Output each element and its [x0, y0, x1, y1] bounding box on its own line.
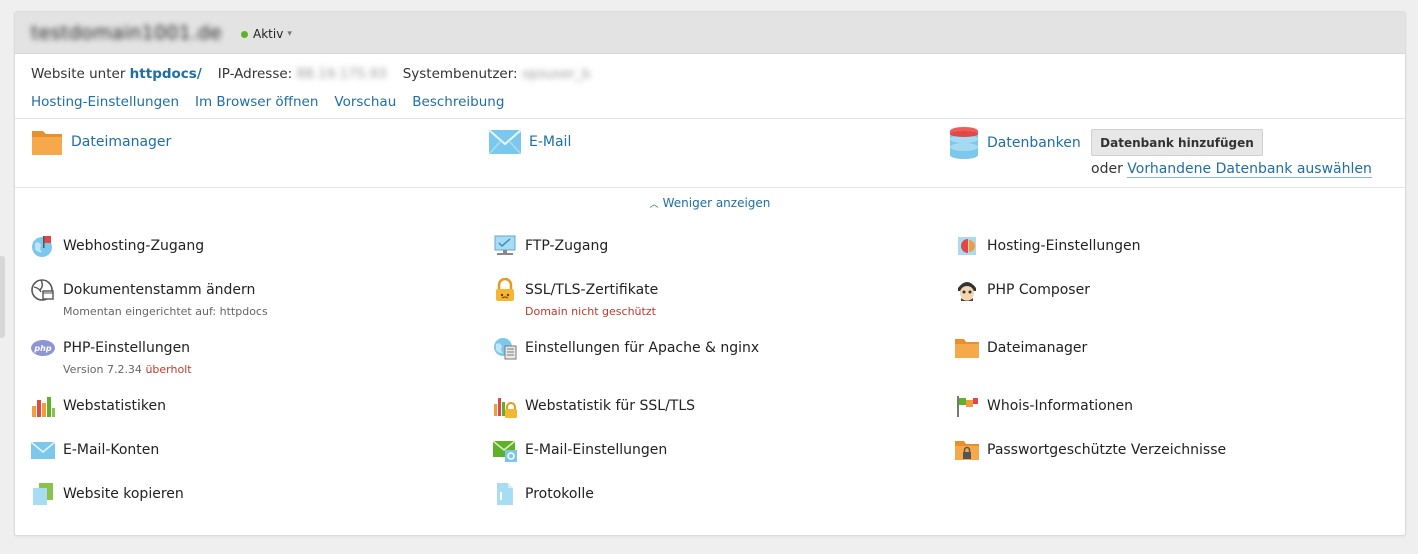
item-name[interactable]: PHP Composer: [987, 282, 1090, 298]
item-change-docroot[interactable]: Dokumentenstamm ändern Momentan eingeric…: [31, 278, 268, 318]
item-mail-accounts[interactable]: E-Mail-Konten: [31, 438, 159, 462]
add-database-button[interactable]: Datenbank hinzufügen: [1091, 129, 1263, 156]
divider: [15, 118, 1405, 119]
item-webhosting-access[interactable]: Webhosting-Zugang: [31, 234, 204, 258]
item-ftp-access[interactable]: FTP-Zugang: [493, 234, 608, 258]
item-copy-website[interactable]: Website kopieren: [31, 482, 184, 506]
apache-nginx-icon: [493, 336, 517, 360]
show-less-label: Weniger anzeigen: [662, 196, 771, 210]
tool-email[interactable]: E-Mail: [489, 129, 571, 155]
ip-label: IP-Adresse:: [217, 66, 293, 82]
quick-links: Hosting-Einstellungen Im Browser öffnen …: [31, 94, 520, 110]
item-php-settings[interactable]: php PHP-Einstellungen Version 7.2.34 übe…: [31, 336, 192, 376]
svg-text:php: php: [33, 344, 51, 353]
sysuser-value: opsuser_b: [521, 66, 591, 82]
item-php-composer[interactable]: PHP Composer: [955, 278, 1090, 302]
tool-databases-label[interactable]: Datenbanken: [987, 135, 1081, 151]
php-version: Version 7.2.34: [63, 363, 142, 376]
status-dot-icon: [241, 30, 248, 38]
item-mail-settings[interactable]: E-Mail-Einstellungen: [493, 438, 667, 462]
tool-filemanager[interactable]: Dateimanager: [31, 127, 171, 157]
database-icon: [950, 127, 978, 159]
folder-icon: [955, 336, 979, 360]
mail-accounts-icon: [31, 438, 55, 462]
php-version-subtext: Version 7.2.34 überholt: [63, 363, 192, 376]
item-name[interactable]: Whois-Informationen: [987, 398, 1133, 414]
item-webstats[interactable]: Webstatistiken: [31, 394, 166, 418]
domain-header: testdomain1001.de Aktiv ▾: [15, 12, 1405, 54]
hosting-settings-icon: [955, 234, 979, 258]
chevron-up-icon: ︿: [649, 200, 659, 210]
status-dropdown[interactable]: Aktiv ▾: [241, 27, 292, 41]
ssl-lock-icon: [493, 278, 517, 302]
item-name[interactable]: Website kopieren: [63, 486, 184, 502]
item-apache-nginx-settings[interactable]: Einstellungen für Apache & nginx: [493, 336, 759, 360]
site-info-line: Website unter httpdocs/ IP-Adresse: 88.1…: [31, 66, 591, 82]
sysuser-label: Systembenutzer:: [402, 66, 518, 82]
item-filemanager[interactable]: Dateimanager: [955, 336, 1087, 360]
ssl-warning-subtext: Domain nicht geschützt: [525, 305, 656, 318]
item-name[interactable]: E-Mail-Konten: [63, 442, 159, 458]
link-hosting-settings[interactable]: Hosting-Einstellungen: [31, 94, 179, 110]
protected-folder-icon: [955, 438, 979, 462]
php-outdated-badge: überholt: [145, 363, 192, 376]
logs-icon: [493, 482, 517, 506]
divider: [15, 187, 1405, 188]
item-name[interactable]: Webhosting-Zugang: [63, 238, 204, 254]
item-name[interactable]: Dokumentenstamm ändern: [63, 282, 255, 298]
chevron-down-icon: ▾: [287, 29, 292, 39]
website-prefix: Website unter: [31, 66, 126, 82]
status-label: Aktiv: [253, 27, 284, 41]
item-whois[interactable]: Whois-Informationen: [955, 394, 1133, 418]
item-hosting-settings[interactable]: Hosting-Einstellungen: [955, 234, 1140, 258]
item-name[interactable]: Passwortgeschützte Verzeichnisse: [987, 442, 1226, 458]
item-name[interactable]: FTP-Zugang: [525, 238, 608, 254]
link-description[interactable]: Beschreibung: [412, 94, 504, 110]
select-existing-db-link[interactable]: Vorhandene Datenbank auswählen: [1127, 161, 1372, 178]
docroot-icon: [31, 278, 55, 302]
item-name[interactable]: Dateimanager: [987, 340, 1087, 356]
whois-icon: [955, 394, 979, 418]
link-preview[interactable]: Vorschau: [334, 94, 396, 110]
show-less-toggle[interactable]: ︿ Weniger anzeigen: [15, 196, 1405, 210]
item-logs[interactable]: Protokolle: [493, 482, 594, 506]
webhosting-icon: [31, 234, 55, 258]
composer-icon: [955, 278, 979, 302]
domain-card: testdomain1001.de Aktiv ▾ Website unter …: [14, 11, 1406, 536]
page-scroll-handle[interactable]: [0, 256, 5, 338]
item-name[interactable]: Protokolle: [525, 486, 594, 502]
envelope-icon: [489, 129, 521, 155]
tool-email-label[interactable]: E-Mail: [529, 134, 571, 150]
ssl-stats-icon: [493, 394, 517, 418]
webstats-icon: [31, 394, 55, 418]
item-name[interactable]: SSL/TLS-Zertifikate: [525, 282, 658, 298]
item-protected-dirs[interactable]: Passwortgeschützte Verzeichnisse: [955, 438, 1226, 462]
item-name[interactable]: Webstatistiken: [63, 398, 166, 414]
item-ssl-certificates[interactable]: SSL/TLS-Zertifikate Domain nicht geschüt…: [493, 278, 658, 318]
tool-databases[interactable]: Datenbanken: [949, 126, 1081, 160]
item-name[interactable]: Webstatistik für SSL/TLS: [525, 398, 695, 414]
ip-value: 88.19.175.93: [296, 66, 387, 82]
domain-name[interactable]: testdomain1001.de: [31, 22, 222, 44]
item-name[interactable]: Hosting-Einstellungen: [987, 238, 1140, 254]
copy-site-icon: [31, 482, 55, 506]
docroot-link[interactable]: httpdocs/: [130, 66, 202, 82]
php-icon: php: [31, 336, 55, 360]
folder-icon: [32, 131, 62, 155]
item-name[interactable]: Einstellungen für Apache & nginx: [525, 340, 759, 356]
select-db-line: oder Vorhandene Datenbank auswählen: [1091, 161, 1372, 178]
item-ssl-webstats[interactable]: Webstatistik für SSL/TLS: [493, 394, 695, 418]
tool-filemanager-label[interactable]: Dateimanager: [71, 134, 171, 150]
link-open-in-browser[interactable]: Im Browser öffnen: [195, 94, 318, 110]
mail-settings-icon: [493, 438, 517, 462]
item-subtext: Momentan eingerichtet auf: httpdocs: [63, 305, 268, 318]
item-name[interactable]: E-Mail-Einstellungen: [525, 442, 667, 458]
ftp-icon: [493, 234, 517, 258]
oder-text: oder: [1091, 161, 1123, 177]
item-name[interactable]: PHP-Einstellungen: [63, 340, 190, 356]
